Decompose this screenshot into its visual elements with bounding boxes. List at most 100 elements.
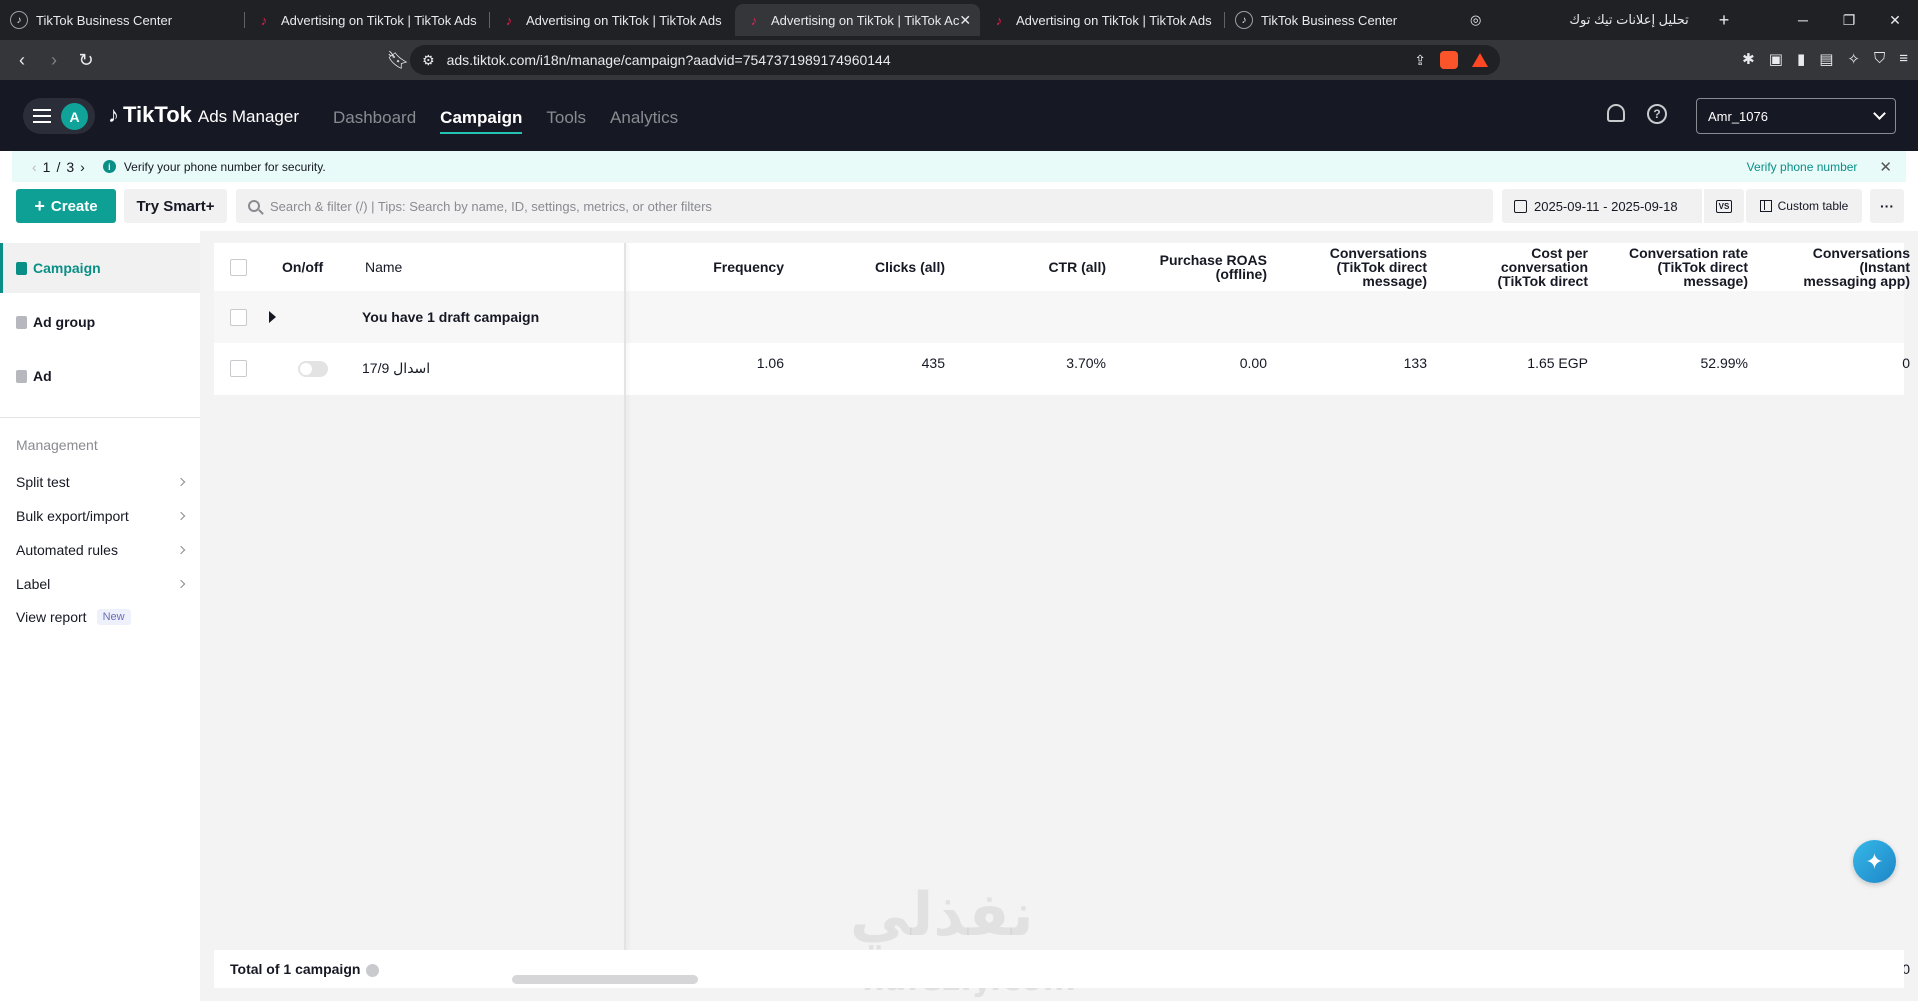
new-tab-icon[interactable]: + xyxy=(1719,10,1730,31)
notice-pager: ‹ 1 / 3 › xyxy=(12,159,85,175)
reload-icon[interactable]: ↻ xyxy=(70,50,102,71)
row-checkbox[interactable] xyxy=(230,360,247,377)
back-icon[interactable]: ‹ xyxy=(6,50,38,71)
column-header-line: messaging app) xyxy=(1803,273,1910,289)
watermark-arabic: نفذلي xyxy=(850,880,1034,950)
extensions-icon[interactable]: ✱ xyxy=(1742,50,1755,68)
column-header-onoff[interactable]: On/off xyxy=(282,260,323,274)
table-total-row: Total of 1 campaign xyxy=(214,950,1904,988)
campaign-status-toggle[interactable] xyxy=(298,361,328,377)
tiktok-business-favicon-icon: ♪ xyxy=(1235,11,1253,29)
forward-icon[interactable]: › xyxy=(38,50,70,71)
tiktok-favicon-icon: ♪ xyxy=(260,12,268,28)
nav-analytics[interactable]: Analytics xyxy=(610,108,678,128)
management-label[interactable]: Label xyxy=(16,576,186,592)
brave-shield-icon[interactable] xyxy=(1440,51,1458,69)
main-menu-button[interactable]: A xyxy=(23,98,95,134)
vpn-icon[interactable]: ⛉ xyxy=(1874,50,1885,68)
browser-tab-active[interactable]: ♪ Advertising on TikTok | TikTok Ac ✕ xyxy=(735,4,980,36)
management-item-label: Split test xyxy=(16,474,70,490)
notice-close-icon[interactable]: ✕ xyxy=(1879,158,1892,176)
tab-close-icon[interactable]: ✕ xyxy=(959,12,971,29)
search-icon xyxy=(248,200,260,212)
notice-prev-icon[interactable]: ‹ xyxy=(32,159,37,175)
address-bar[interactable]: ⚙︎ ads.tiktok.com/i18n/manage/campaign?a… xyxy=(410,45,1500,75)
draft-campaign-row[interactable]: You have 1 draft campaign xyxy=(214,291,1904,343)
table-row[interactable]: اسدال 17/9 xyxy=(214,343,1904,395)
browser-extension-icons: ✱ ▣ ▮ ▤ ✧ ⛉ ≡ xyxy=(1742,50,1908,68)
column-header-line: Clicks (all) xyxy=(874,259,945,275)
browser-tab[interactable]: ♪ TikTok Business Center xyxy=(0,4,245,36)
management-view-report[interactable]: View report New xyxy=(16,609,184,625)
sidebar-item-campaign[interactable]: Campaign xyxy=(0,243,200,293)
browser-tab[interactable]: ♪ Advertising on TikTok | TikTok Ads xyxy=(980,4,1225,36)
verify-phone-link[interactable]: Verify phone number xyxy=(1747,160,1858,174)
sidebar: Campaign Ad group Ad Management Split te… xyxy=(0,243,200,1001)
campaign-name[interactable]: اسدال 17/9 xyxy=(362,360,430,377)
compare-button[interactable]: VS xyxy=(1702,189,1744,223)
horizontal-scrollbar[interactable] xyxy=(512,975,698,984)
site-settings-icon[interactable]: ⚙︎ xyxy=(422,52,435,69)
wallet-icon[interactable]: ▤ xyxy=(1819,50,1833,68)
brave-rewards-icon[interactable] xyxy=(1472,53,1488,67)
restore-icon[interactable]: ❐ xyxy=(1826,12,1872,29)
security-notice-bar: ‹ 1 / 3 › i Verify your phone number for… xyxy=(12,151,1906,182)
cell-cost-per-conversation: 1.65 EGP xyxy=(1527,355,1588,371)
header-icons: ? xyxy=(1607,104,1667,124)
management-bulk-export-import[interactable]: Bulk export/import xyxy=(16,508,186,524)
app-logo[interactable]: ♪ TikTok Ads Manager xyxy=(108,102,299,128)
column-header-cost-per-conversation[interactable]: Cost per conversation (TikTok direct xyxy=(1428,246,1588,288)
create-button[interactable]: + Create xyxy=(16,189,116,223)
browser-tab[interactable]: ◎ تحليل إعلانات تيك توك xyxy=(1470,12,1689,28)
menu-icon[interactable]: ≡ xyxy=(1899,50,1908,68)
sidebar-divider xyxy=(0,417,200,418)
ai-assistant-sparkle-icon[interactable]: ✦ xyxy=(1853,840,1896,883)
browser-tab[interactable]: ♪ Advertising on TikTok | TikTok Ads xyxy=(490,4,735,36)
column-header-purchase-roas[interactable]: Purchase ROAS (offline) xyxy=(1107,253,1267,281)
screenshot-icon[interactable]: ▣ xyxy=(1769,50,1783,68)
try-smart-plus-button[interactable]: Try Smart+ xyxy=(124,189,227,223)
tab-title: Advertising on TikTok | TikTok Ads xyxy=(526,12,722,28)
nav-tools[interactable]: Tools xyxy=(546,108,586,128)
browser-tab[interactable]: ♪ TikTok Business Center xyxy=(1225,4,1460,36)
close-window-icon[interactable]: ✕ xyxy=(1872,12,1918,29)
nav-campaign[interactable]: Campaign xyxy=(440,108,523,134)
minimize-icon[interactable]: ─ xyxy=(1780,12,1826,28)
tab-title: TikTok Business Center xyxy=(36,12,173,28)
help-tooltip-icon[interactable] xyxy=(366,963,380,977)
sidebar-item-ad[interactable]: Ad xyxy=(0,351,200,401)
column-header-conversations-dm[interactable]: Conversations (TikTok direct message) xyxy=(1267,246,1427,288)
expand-caret-icon[interactable] xyxy=(269,311,276,323)
notification-bell-icon[interactable] xyxy=(1607,104,1625,122)
column-header-conversation-rate[interactable]: Conversation rate (TikTok direct message) xyxy=(1588,246,1748,288)
column-header-line: (TikTok direct xyxy=(1497,273,1588,289)
browser-tab[interactable]: ♪ Advertising on TikTok | TikTok Ads xyxy=(245,4,490,36)
notice-next-icon[interactable]: › xyxy=(80,159,85,175)
management-automated-rules[interactable]: Automated rules xyxy=(16,542,186,558)
more-options-button[interactable]: ··· xyxy=(1870,189,1904,223)
row-checkbox[interactable] xyxy=(230,309,247,326)
select-all-checkbox[interactable] xyxy=(230,259,247,276)
column-header-clicks-all[interactable]: Clicks (all) xyxy=(785,260,945,274)
share-icon[interactable]: ⇪ xyxy=(1414,52,1426,69)
draft-campaign-label[interactable]: You have 1 draft campaign xyxy=(362,309,539,325)
column-header-conversations-im[interactable]: Conversations (Instant messaging app) xyxy=(1750,246,1910,288)
help-icon[interactable]: ? xyxy=(1647,104,1667,124)
ai-icon[interactable]: ✧ xyxy=(1847,50,1860,68)
management-split-test[interactable]: Split test xyxy=(16,474,186,490)
date-range-picker[interactable]: 2025-09-11 - 2025-09-18 VS xyxy=(1502,189,1744,223)
custom-table-button[interactable]: Custom table xyxy=(1746,189,1862,223)
account-selector[interactable]: Amr_1076 xyxy=(1696,98,1896,134)
cell-conversations-im: 0 xyxy=(1902,355,1910,371)
sidebar-item-ad-group[interactable]: Ad group xyxy=(0,297,200,347)
calendar-icon xyxy=(1514,199,1527,213)
search-filter-input[interactable]: Search & filter (/) | Tips: Search by na… xyxy=(236,189,1493,223)
nav-dashboard[interactable]: Dashboard xyxy=(333,108,416,128)
sidebar-item-label: Campaign xyxy=(33,260,101,276)
notice-page-current: 1 xyxy=(42,158,51,175)
column-header-frequency[interactable]: Frequency xyxy=(624,260,784,274)
column-header-ctr-all[interactable]: CTR (all) xyxy=(946,260,1106,274)
sidebar-icon[interactable]: ▮ xyxy=(1797,50,1805,68)
column-header-line: Frequency xyxy=(713,259,784,275)
column-header-name[interactable]: Name xyxy=(365,260,402,274)
